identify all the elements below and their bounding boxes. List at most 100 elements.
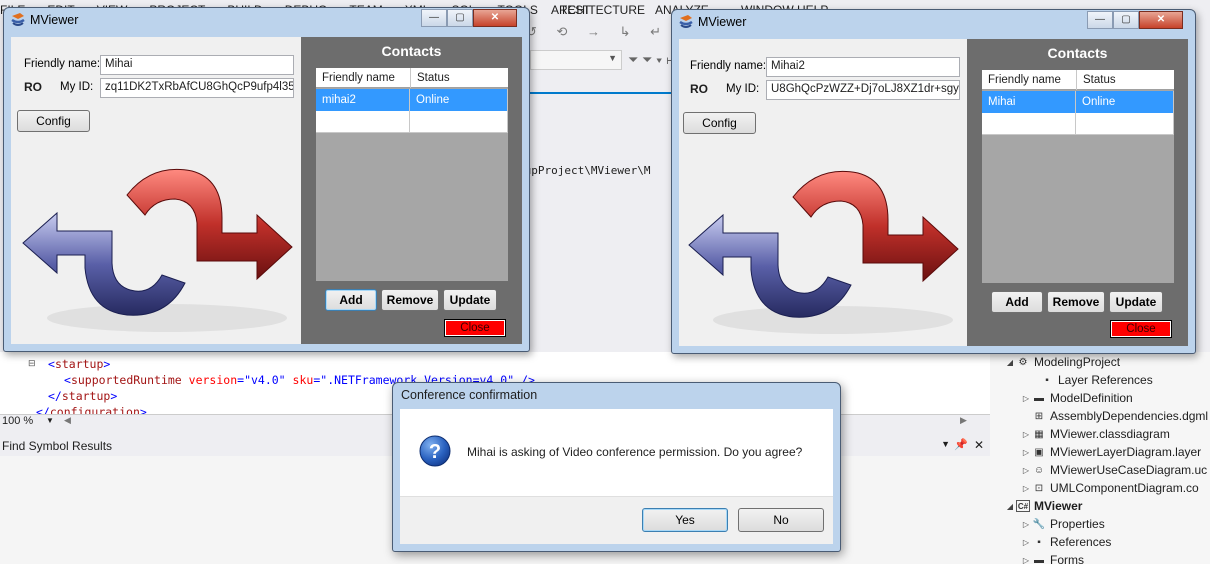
layer-diagram-icon: ▣	[1034, 446, 1044, 458]
contacts-grid[interactable]: Friendly name Status mihai2 Online	[316, 68, 508, 281]
yes-button[interactable]: Yes	[642, 508, 728, 532]
vs-side-strip	[1196, 110, 1210, 350]
my-id-label: My ID:	[726, 83, 760, 95]
solution-item[interactable]: ▷ ▬ Forms	[1020, 551, 1084, 564]
solution-item-label: MViewer.classdiagram	[1050, 427, 1170, 441]
maximize-button[interactable]: ▢	[1113, 11, 1139, 29]
scroll-left-icon[interactable]: ◀	[64, 415, 71, 426]
expand-arrow-icon[interactable]: ▷	[1020, 538, 1032, 547]
references-icon: ▪	[1037, 536, 1041, 548]
solution-item[interactable]: ▷ ⊡ UMLComponentDiagram.co	[1020, 479, 1199, 497]
usecase-diagram-icon: ☺	[1033, 464, 1045, 476]
solution-item-label: MViewer	[1034, 499, 1083, 513]
remove-button[interactable]: Remove	[381, 289, 439, 311]
solution-item[interactable]: ▷ ▬ ModelDefinition	[1020, 389, 1133, 407]
solution-item[interactable]: ▷ ▣ MViewerLayerDiagram.layer	[1020, 443, 1201, 461]
solution-explorer: ◢ ⚙ ModelingProject ▪ Layer References ▷ ▬ Mode…	[990, 352, 1210, 564]
expand-arrow-icon[interactable]: ▷	[1020, 430, 1032, 439]
solution-item[interactable]: ▷ ▦ MViewer.classdiagram	[1020, 425, 1170, 443]
csharp-project-icon: C#	[1016, 500, 1030, 512]
app-logo	[22, 168, 293, 332]
cell-friendly-name: Mihai	[982, 91, 1076, 113]
friendly-name-field[interactable]: Mihai	[100, 55, 294, 75]
pin-icon[interactable]: 📌	[954, 438, 968, 451]
close-button[interactable]: ✕	[1139, 11, 1183, 29]
table-row-new[interactable]	[982, 113, 1174, 135]
solution-item-label: MViewerLayerDiagram.layer	[1050, 445, 1202, 459]
my-id-field[interactable]: U8GhQcPzWZZ+Dj7oLJ8XZ1dr+sgys=	[766, 80, 960, 100]
question-icon: ?	[419, 435, 451, 467]
contacts-panel: Contacts Friendly name Status mihai2 Onl…	[301, 37, 522, 344]
expand-arrow-icon[interactable]: ▷	[1020, 520, 1032, 529]
mviewer-window-1: MViewer — ▢ ✕ Friendly name: Mihai RO My…	[3, 7, 530, 352]
solution-item[interactable]: ▪ Layer References	[1028, 371, 1153, 389]
solution-item-label: Properties	[1050, 517, 1105, 531]
menu-architecture[interactable]: ARCHITECTURE	[551, 0, 645, 20]
app-icon	[679, 15, 693, 28]
expand-arrow-icon[interactable]: ▷	[1020, 466, 1032, 475]
minimize-button[interactable]: —	[1087, 11, 1113, 29]
window-title: MViewer	[698, 15, 747, 29]
cell-friendly-name: mihai2	[316, 89, 410, 111]
expand-arrow-icon[interactable]: ▷	[1020, 556, 1032, 564]
window-client: Friendly name: Mihai2 RO My ID: U8GhQcPz…	[679, 39, 1188, 346]
column-friendly-name[interactable]: Friendly name	[982, 70, 1076, 90]
remove-button[interactable]: Remove	[1047, 291, 1105, 313]
ro-label: RO	[24, 80, 42, 94]
close-app-button[interactable]: Close	[444, 319, 506, 337]
vs-toolbar-dropdown[interactable]: ▼	[530, 50, 622, 70]
grid-header: Friendly name Status	[316, 68, 508, 88]
close-app-button[interactable]: Close	[1110, 320, 1172, 338]
update-button[interactable]: Update	[443, 289, 497, 311]
expanded-arrow-icon[interactable]: ◢	[1004, 358, 1016, 367]
expanded-arrow-icon[interactable]: ◢	[1004, 502, 1016, 511]
zoom-level[interactable]: 100 %	[2, 415, 33, 427]
solution-item-label: UMLComponentDiagram.co	[1050, 481, 1199, 495]
table-row[interactable]: mihai2 Online	[316, 89, 508, 111]
solution-item[interactable]: ⊞ AssemblyDependencies.dgml	[1020, 407, 1208, 425]
maximize-button[interactable]: ▢	[447, 9, 473, 27]
grid-header: Friendly name Status	[982, 70, 1174, 90]
expand-arrow-icon[interactable]: ▷	[1020, 448, 1032, 457]
window-client: Friendly name: Mihai RO My ID: zq11DK2Tx…	[11, 37, 522, 344]
solution-item[interactable]: ◢ ⚙ ModelingProject	[1004, 353, 1120, 371]
dialog-footer: Yes No	[400, 496, 833, 544]
solution-item[interactable]: ◢ C# MViewer	[1004, 497, 1083, 515]
add-button[interactable]: Add	[991, 291, 1043, 313]
chevron-down-icon[interactable]: ▼	[46, 416, 54, 425]
table-row-new[interactable]	[316, 111, 508, 133]
solution-item[interactable]: ▷ 🔧 Properties	[1020, 515, 1105, 533]
find-symbol-title: Find Symbol Results	[2, 439, 113, 453]
expand-arrow-icon[interactable]: ▷	[1020, 394, 1032, 403]
my-id-label: My ID:	[60, 81, 94, 93]
code-line: </startup>	[48, 389, 118, 403]
close-button[interactable]: ✕	[473, 9, 517, 27]
column-status[interactable]: Status	[410, 68, 508, 88]
filter-icon[interactable]: ⏷ ⏷ ▾ ⊢	[628, 52, 675, 68]
scroll-right-icon[interactable]: ▶	[960, 415, 967, 426]
contacts-grid[interactable]: Friendly name Status Mihai Online	[982, 70, 1174, 283]
column-friendly-name[interactable]: Friendly name	[316, 68, 410, 88]
close-icon[interactable]: ✕	[974, 438, 984, 452]
table-row[interactable]: Mihai Online	[982, 91, 1174, 113]
collapse-icon[interactable]: ⊟	[28, 358, 36, 369]
solution-item-label: ModelDefinition	[1050, 391, 1133, 405]
svg-text:?: ?	[429, 441, 441, 463]
class-diagram-icon: ▦	[1034, 428, 1044, 440]
panel-dropdown-icon[interactable]: ▼	[941, 439, 950, 449]
my-id-field[interactable]: zq11DK2TxRbAfCU8GhQcP9ufp4l353v	[100, 78, 294, 98]
no-button[interactable]: No	[738, 508, 824, 532]
minimize-button[interactable]: —	[421, 9, 447, 27]
solution-item[interactable]: ▷ ▪ References	[1020, 533, 1111, 551]
update-button[interactable]: Update	[1109, 291, 1163, 313]
folder-icon: ▬	[1034, 392, 1044, 404]
solution-item-label: ModelingProject	[1034, 355, 1121, 369]
column-status[interactable]: Status	[1076, 70, 1174, 90]
friendly-name-field[interactable]: Mihai2	[766, 57, 960, 77]
config-button[interactable]: Config	[17, 110, 90, 132]
config-button[interactable]: Config	[683, 112, 756, 134]
solution-item[interactable]: ▷ ☺ MViewerUseCaseDiagram.uc	[1020, 461, 1207, 479]
wrench-icon: 🔧	[1032, 518, 1046, 530]
add-button[interactable]: Add	[325, 289, 377, 311]
expand-arrow-icon[interactable]: ▷	[1020, 484, 1032, 493]
